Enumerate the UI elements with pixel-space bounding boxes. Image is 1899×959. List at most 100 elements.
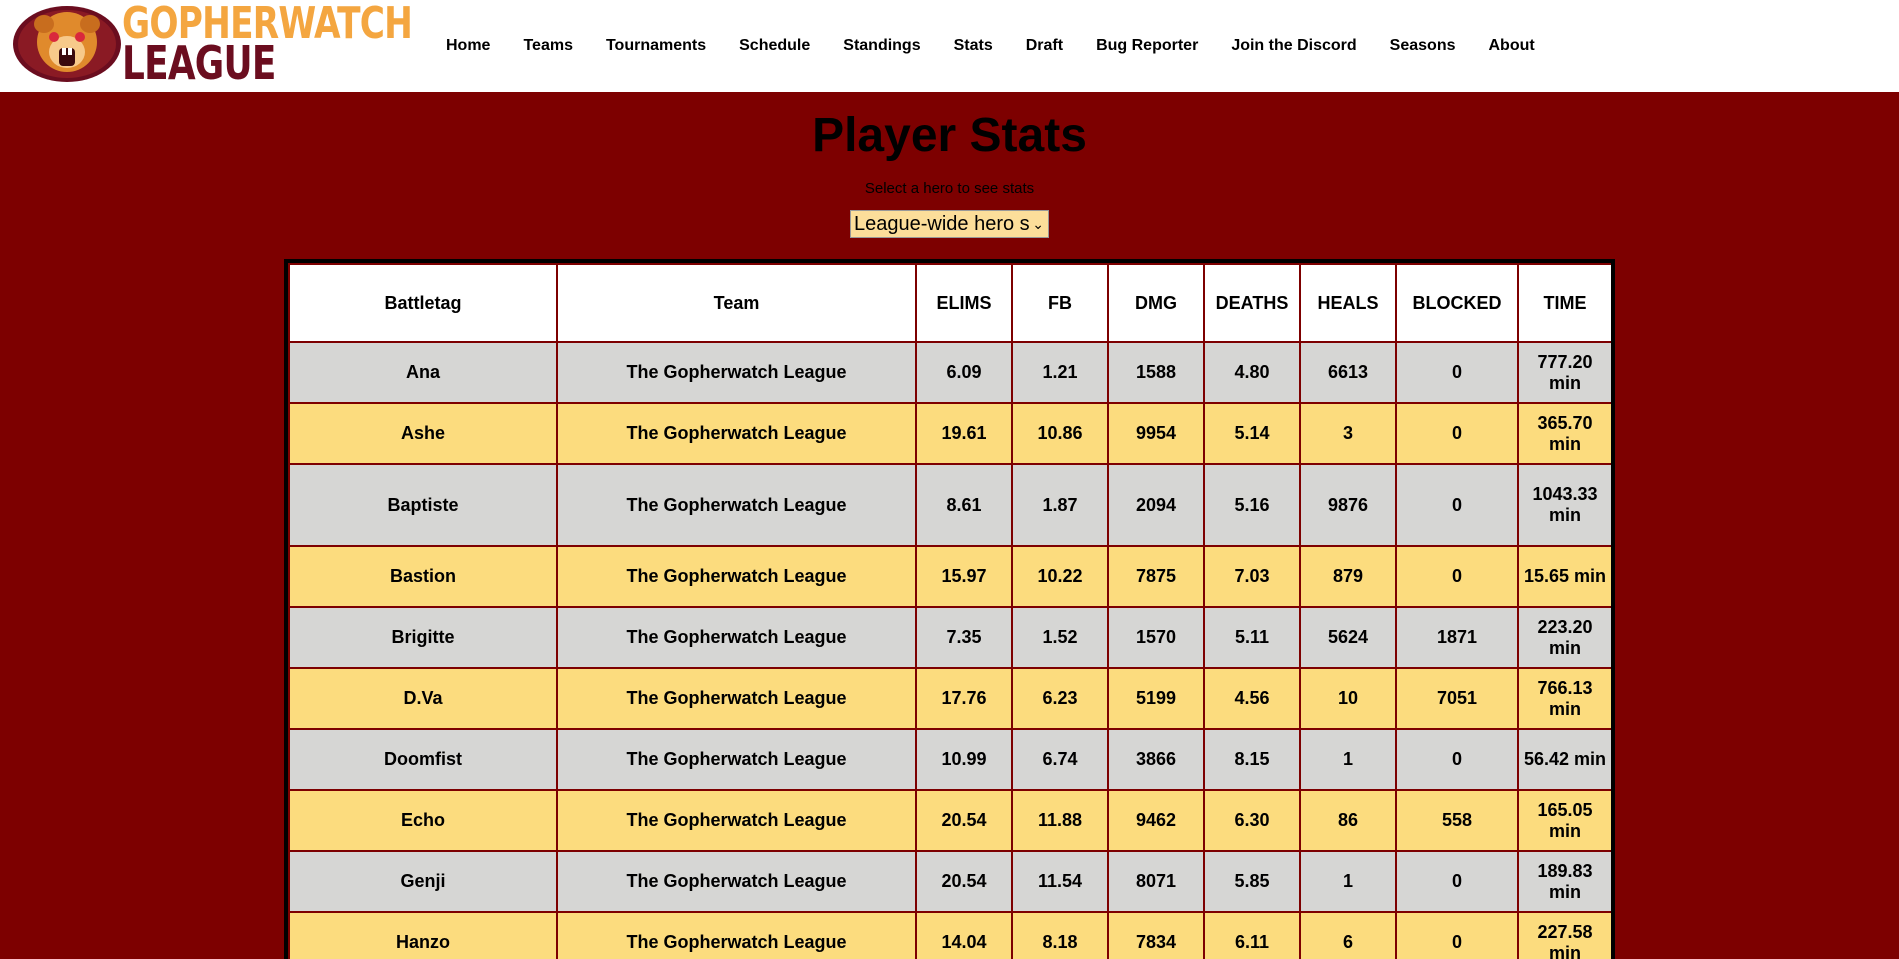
- cell-dmg: 7834: [1107, 911, 1205, 959]
- cell-blocked: 0: [1395, 341, 1519, 404]
- cell-fb: 10.86: [1011, 402, 1109, 465]
- nav-draft[interactable]: Draft: [1026, 35, 1063, 57]
- cell-battletag: Baptiste: [288, 463, 558, 547]
- cell-team: The Gopherwatch League: [556, 545, 917, 608]
- cell-deaths: 4.80: [1203, 341, 1301, 404]
- cell-time: 189.83 min: [1517, 850, 1611, 913]
- table-row: Echo The Gopherwatch League 20.54 11.88 9462…: [288, 789, 1611, 852]
- cell-blocked: 0: [1395, 463, 1519, 547]
- column-header-deaths[interactable]: DEATHS: [1203, 263, 1301, 343]
- cell-dmg: 7875: [1107, 545, 1205, 608]
- cell-team: The Gopherwatch League: [556, 341, 917, 404]
- cell-dmg: 1588: [1107, 341, 1205, 404]
- cell-blocked: 7051: [1395, 667, 1519, 730]
- cell-team: The Gopherwatch League: [556, 402, 917, 465]
- cell-dmg: 9462: [1107, 789, 1205, 852]
- nav-home[interactable]: Home: [446, 35, 490, 57]
- nav-join-discord[interactable]: Join the Discord: [1231, 35, 1356, 57]
- hero-select-label: Select a hero to see stats: [864, 180, 1035, 197]
- cell-heals: 6: [1299, 911, 1397, 959]
- column-header-blocked[interactable]: BLOCKED: [1395, 263, 1519, 343]
- cell-team: The Gopherwatch League: [556, 789, 917, 852]
- cell-team: The Gopherwatch League: [556, 728, 917, 791]
- table-row: Ana The Gopherwatch League 6.09 1.21 1588 4.8…: [288, 341, 1611, 404]
- top-navbar: GOPHERWATCH LEAGUE Home Teams Tournament…: [0, 0, 1899, 92]
- cell-heals: 10: [1299, 667, 1397, 730]
- cell-team: The Gopherwatch League: [556, 667, 917, 730]
- nav-standings[interactable]: Standings: [843, 35, 920, 57]
- cell-time: 766.13 min: [1517, 667, 1611, 730]
- cell-elims: 10.99: [915, 728, 1013, 791]
- nav-tournaments[interactable]: Tournaments: [606, 35, 706, 57]
- nav-stats[interactable]: Stats: [954, 35, 993, 57]
- cell-dmg: 1570: [1107, 606, 1205, 669]
- cell-blocked: 0: [1395, 402, 1519, 465]
- hero-select-value: League-wide hero s: [854, 213, 1030, 235]
- cell-team: The Gopherwatch League: [556, 463, 917, 547]
- page-title: Player Stats: [812, 109, 1087, 162]
- table-body: Ana The Gopherwatch League 6.09 1.21 1588 4.8…: [288, 341, 1611, 959]
- cell-elims: 6.09: [915, 341, 1013, 404]
- table-row: Bastion The Gopherwatch League 15.97 10.22 7…: [288, 545, 1611, 608]
- cell-elims: 19.61: [915, 402, 1013, 465]
- column-header-time[interactable]: TIME: [1517, 263, 1611, 343]
- nav-bug-reporter[interactable]: Bug Reporter: [1096, 35, 1198, 57]
- cell-dmg: 3866: [1107, 728, 1205, 791]
- cell-elims: 20.54: [915, 789, 1013, 852]
- cell-deaths: 4.56: [1203, 667, 1301, 730]
- cell-team: The Gopherwatch League: [556, 606, 917, 669]
- cell-fb: 1.87: [1011, 463, 1109, 547]
- cell-battletag: Bastion: [288, 545, 558, 608]
- cell-fb: 1.52: [1011, 606, 1109, 669]
- cell-time: 777.20 min: [1517, 341, 1611, 404]
- cell-time: 165.05 min: [1517, 789, 1611, 852]
- column-header-fb[interactable]: FB: [1011, 263, 1109, 343]
- cell-heals: 6613: [1299, 341, 1397, 404]
- nav-teams[interactable]: Teams: [523, 35, 573, 57]
- cell-fb: 1.21: [1011, 341, 1109, 404]
- logo-wordmark: GOPHERWATCH LEAGUE: [122, 2, 422, 90]
- cell-elims: 14.04: [915, 911, 1013, 959]
- nav-about[interactable]: About: [1488, 35, 1534, 57]
- logo-line-2: LEAGUE: [122, 36, 276, 90]
- cell-heals: 86: [1299, 789, 1397, 852]
- cell-battletag: D.Va: [288, 667, 558, 730]
- cell-deaths: 6.30: [1203, 789, 1301, 852]
- cell-elims: 15.97: [915, 545, 1013, 608]
- column-header-dmg[interactable]: DMG: [1107, 263, 1205, 343]
- cell-fb: 6.23: [1011, 667, 1109, 730]
- nav-schedule[interactable]: Schedule: [739, 35, 810, 57]
- table-row: Hanzo The Gopherwatch League 14.04 8.18 7834…: [288, 911, 1611, 959]
- cell-elims: 20.54: [915, 850, 1013, 913]
- cell-blocked: 0: [1395, 911, 1519, 959]
- cell-heals: 9876: [1299, 463, 1397, 547]
- cell-blocked: 1871: [1395, 606, 1519, 669]
- cell-heals: 3: [1299, 402, 1397, 465]
- cell-blocked: 0: [1395, 728, 1519, 791]
- column-header-battletag[interactable]: Battletag: [288, 263, 558, 343]
- hero-select-dropdown[interactable]: League-wide hero s ⌄: [850, 210, 1049, 238]
- column-header-team[interactable]: Team: [556, 263, 917, 343]
- cell-battletag: Doomfist: [288, 728, 558, 791]
- table-row: Genji The Gopherwatch League 20.54 11.54 807…: [288, 850, 1611, 913]
- cell-dmg: 8071: [1107, 850, 1205, 913]
- cell-battletag: Hanzo: [288, 911, 558, 959]
- cell-heals: 5624: [1299, 606, 1397, 669]
- table-row: Doomfist The Gopherwatch League 10.99 6.74 3…: [288, 728, 1611, 791]
- cell-deaths: 6.11: [1203, 911, 1301, 959]
- column-header-elims[interactable]: ELIMS: [915, 263, 1013, 343]
- cell-deaths: 5.16: [1203, 463, 1301, 547]
- league-logo[interactable]: GOPHERWATCH LEAGUE: [12, 2, 413, 86]
- cell-dmg: 5199: [1107, 667, 1205, 730]
- chevron-down-icon: ⌄: [1030, 211, 1044, 237]
- cell-battletag: Genji: [288, 850, 558, 913]
- cell-blocked: 0: [1395, 850, 1519, 913]
- cell-time: 223.20 min: [1517, 606, 1611, 669]
- cell-dmg: 2094: [1107, 463, 1205, 547]
- nav-seasons[interactable]: Seasons: [1390, 35, 1456, 57]
- cell-deaths: 7.03: [1203, 545, 1301, 608]
- table-row: Baptiste The Gopherwatch League 8.61 1.87 20…: [288, 463, 1611, 547]
- cell-fb: 11.88: [1011, 789, 1109, 852]
- column-header-heals[interactable]: HEALS: [1299, 263, 1397, 343]
- cell-time: 365.70 min: [1517, 402, 1611, 465]
